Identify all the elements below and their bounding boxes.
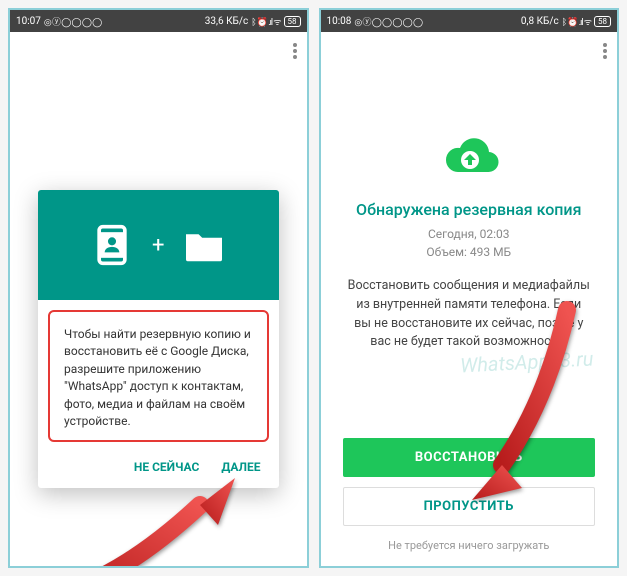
backup-date: Сегодня, 02:03: [426, 225, 511, 243]
restore-button[interactable]: ВОССТАНОВИТЬ: [343, 438, 596, 477]
status-network: 33,6 КБ/с: [205, 16, 248, 27]
footer-note: Не требуется ничего загружать: [321, 539, 618, 552]
dialog-actions: НЕ СЕЙЧАС ДАЛЕЕ: [38, 452, 279, 488]
next-button[interactable]: ДАЛЕЕ: [221, 460, 260, 474]
not-now-button[interactable]: НЕ СЕЙЧАС: [134, 460, 199, 474]
contacts-icon: [90, 223, 134, 267]
status-battery: 58: [594, 16, 611, 27]
backup-meta: Сегодня, 02:03 Объем: 493 МБ: [426, 225, 511, 261]
app-bar: [10, 32, 307, 70]
backup-size: Объем: 493 МБ: [426, 243, 511, 261]
status-time: 10:07: [16, 16, 41, 27]
status-time: 10:08: [327, 16, 352, 27]
phone-screenshot-2: 10:08 ◎ ⓨ ◯ ◯ ◯ ◯ ◯ 0,8 КБ/с ᛒ ⏰ .ıl ᯤ 5…: [319, 8, 620, 568]
status-icons-left: ◎ ⓨ ◯ ◯ ◯ ◯ ◯: [354, 15, 422, 28]
dialog-message: Чтобы найти резервную копию и восстанови…: [48, 310, 269, 442]
status-battery: 58: [284, 16, 301, 27]
status-icons-left: ◎ ⓨ ◯ ◯ ◯ ◯: [44, 15, 101, 28]
cloud-upload-icon: [434, 130, 504, 184]
status-network: 0,8 КБ/с: [521, 16, 559, 27]
status-bar: 10:08 ◎ ⓨ ◯ ◯ ◯ ◯ ◯ 0,8 КБ/с ᛒ ⏰ .ıl ᯤ 5…: [321, 10, 618, 32]
app-bar: [321, 32, 618, 70]
phone-screenshot-1: 10:07 ◎ ⓨ ◯ ◯ ◯ ◯ 33,6 КБ/с ᛒ ⏰ .ıl ᯤ 58…: [8, 8, 309, 568]
status-icons-right: ᛒ ⏰ .ıl ᯤ: [562, 15, 591, 28]
status-bar: 10:07 ◎ ⓨ ◯ ◯ ◯ ◯ 33,6 КБ/с ᛒ ⏰ .ıl ᯤ 58: [10, 10, 307, 32]
plus-icon: +: [152, 233, 164, 258]
backup-description: Восстановить сообщения и медиафайлы из в…: [343, 277, 596, 352]
permission-dialog: + Чтобы найти резервную копию и восстано…: [38, 190, 279, 488]
more-icon[interactable]: [603, 43, 607, 59]
backup-found-title: Обнаружена резервная копия: [356, 200, 581, 219]
dialog-header: +: [38, 190, 279, 300]
skip-button[interactable]: ПРОПУСТИТЬ: [343, 487, 596, 526]
folder-icon: [182, 227, 226, 263]
status-icons-right: ᛒ ⏰ .ıl ᯤ: [251, 15, 280, 28]
more-icon[interactable]: [293, 43, 297, 59]
